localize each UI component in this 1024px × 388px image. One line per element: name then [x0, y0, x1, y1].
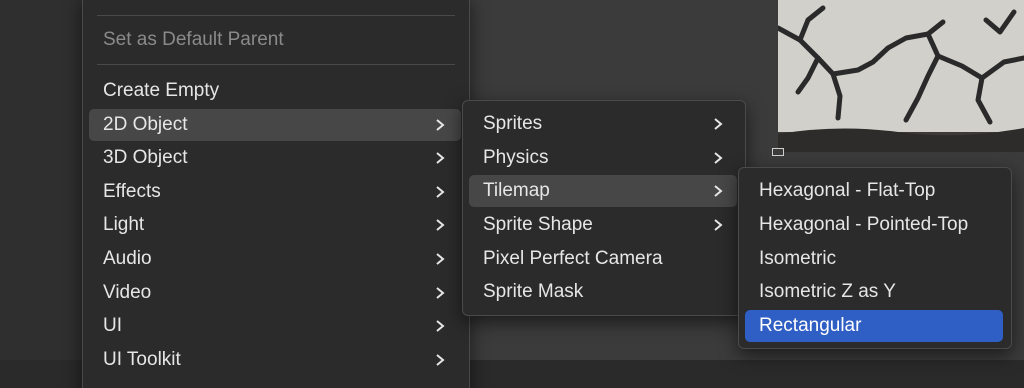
menu-item-sprites[interactable]: Sprites [469, 108, 737, 140]
menu-item-2d-object[interactable]: 2D Object [89, 109, 461, 141]
scene-view-preview[interactable] [778, 0, 1024, 152]
menu-item-label: Isometric Z as Y [759, 281, 896, 302]
menu-item-hexagonal-flat-top[interactable]: Hexagonal - Flat-Top [745, 175, 1003, 207]
menu-item-effects[interactable]: Effects [89, 176, 461, 208]
menu-item-label: UI Toolkit [103, 349, 181, 370]
menu-item-label: Light [103, 214, 145, 235]
gameobject-context-menu: Set as Default Parent Create Empty 2D Ob… [82, 0, 470, 388]
chevron-right-icon [435, 344, 449, 376]
chevron-right-icon [435, 142, 449, 174]
menu-separator [97, 15, 455, 16]
menu-item-create-empty[interactable]: Create Empty [89, 75, 461, 107]
menu-item-label: Sprite Shape [483, 214, 593, 235]
menu-item-audio[interactable]: Audio [89, 243, 461, 275]
menu-item-label: Physics [483, 147, 549, 168]
menu-item-ui-toolkit[interactable]: UI Toolkit [89, 344, 461, 376]
menu-item-label: Set as Default Parent [103, 29, 284, 50]
cracked-stone-texture [778, 0, 1024, 152]
chevron-right-icon [713, 108, 727, 140]
menu-item-sprite-shape[interactable]: Sprite Shape [469, 209, 737, 241]
submenu-tilemap: Hexagonal - Flat-Top Hexagonal - Pointed… [738, 167, 1012, 349]
menu-item-label: Hexagonal - Pointed-Top [759, 214, 969, 235]
chevron-right-icon [713, 209, 727, 241]
menu-item-physics[interactable]: Physics [469, 142, 737, 174]
menu-item-label: Sprite Mask [483, 281, 584, 302]
menu-item-label: Isometric [759, 248, 837, 269]
menu-item-label: Pixel Perfect Camera [483, 248, 663, 269]
menu-item-hexagonal-pointed-top[interactable]: Hexagonal - Pointed-Top [745, 209, 1003, 241]
menu-item-3d-object[interactable]: 3D Object [89, 142, 461, 174]
menu-separator [97, 64, 455, 65]
chevron-right-icon [435, 243, 449, 275]
menu-item-isometric-z-as-y[interactable]: Isometric Z as Y [745, 276, 1003, 308]
chevron-right-icon [435, 310, 449, 342]
menu-item-label: Hexagonal - Flat-Top [759, 180, 936, 201]
menu-item-label: Audio [103, 248, 152, 269]
chevron-right-icon [713, 175, 727, 207]
menu-item-pixel-perfect-camera[interactable]: Pixel Perfect Camera [469, 243, 737, 275]
menu-item-sprite-mask[interactable]: Sprite Mask [469, 276, 737, 308]
chevron-right-icon [435, 176, 449, 208]
menu-item-label: Create Empty [103, 80, 220, 101]
menu-item-label: Effects [103, 181, 161, 202]
scene-handle-icon[interactable] [772, 148, 784, 156]
menu-item-label: 2D Object [103, 114, 188, 135]
menu-item-ui[interactable]: UI [89, 310, 461, 342]
chevron-right-icon [435, 277, 449, 309]
menu-item-label: Rectangular [759, 315, 862, 336]
menu-item-light[interactable]: Light [89, 209, 461, 241]
chevron-right-icon [435, 209, 449, 241]
menu-item-label: Tilemap [483, 180, 550, 201]
menu-item-tilemap[interactable]: Tilemap [469, 175, 737, 207]
menu-item-label: Video [103, 282, 152, 303]
menu-item-video[interactable]: Video [89, 277, 461, 309]
hierarchy-panel-edge [0, 0, 82, 388]
menu-item-isometric[interactable]: Isometric [745, 243, 1003, 275]
menu-item-label: 3D Object [103, 147, 188, 168]
menu-item-label: Sprites [483, 113, 543, 134]
menu-item-label: UI [103, 315, 122, 336]
menu-item-set-default-parent: Set as Default Parent [89, 24, 461, 56]
editor-window: Set as Default Parent Create Empty 2D Ob… [0, 0, 1024, 388]
menu-item-rectangular[interactable]: Rectangular [745, 310, 1003, 342]
chevron-right-icon [713, 142, 727, 174]
submenu-2d-object: Sprites Physics Tilemap Sprite Shape Pix… [462, 100, 746, 316]
chevron-right-icon [435, 109, 449, 141]
